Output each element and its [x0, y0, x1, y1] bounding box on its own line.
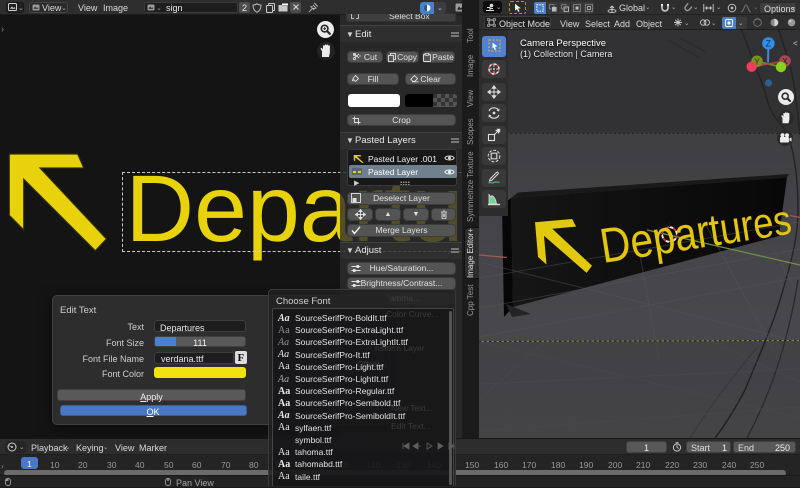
svg-text:Z: Z [766, 39, 772, 49]
